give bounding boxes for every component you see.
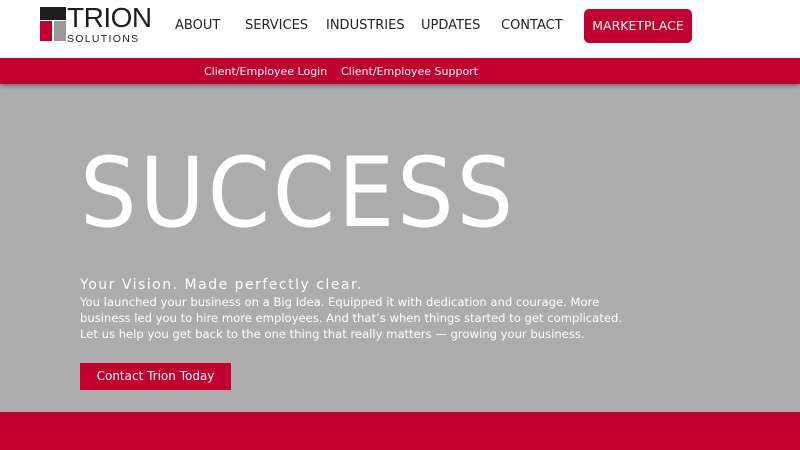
nav-industries[interactable]: INDUSTRIES bbox=[326, 18, 405, 34]
nav-updates[interactable]: UPDATES bbox=[421, 18, 480, 34]
hero-section: SUCCESS Your Vision. Made perfectly clea… bbox=[0, 84, 800, 412]
site-header: TRION SOLUTIONS ABOUT SERVICES INDUSTRIE… bbox=[0, 0, 800, 58]
nav-contact[interactable]: CONTACT bbox=[501, 18, 563, 34]
hero-subtitle: Your Vision. Made perfectly clear. bbox=[80, 277, 363, 293]
client-employee-login-link[interactable]: Client/Employee Login bbox=[204, 65, 327, 78]
logo-tagline: SOLUTIONS bbox=[67, 33, 140, 45]
contact-trion-button[interactable]: Contact Trion Today bbox=[80, 363, 231, 390]
nav-about[interactable]: ABOUT bbox=[175, 18, 220, 34]
marketplace-button[interactable]: MARKETPLACE bbox=[584, 9, 692, 43]
hero-title: SUCCESS bbox=[80, 137, 516, 249]
nav-services[interactable]: SERVICES bbox=[245, 18, 308, 34]
logo-wordmark: TRION bbox=[67, 2, 152, 33]
red-section-band bbox=[0, 412, 800, 450]
secondary-nav-bar: Client/Employee Login Client/Employee Su… bbox=[0, 58, 800, 84]
trion-logo[interactable]: TRION SOLUTIONS bbox=[40, 3, 152, 45]
hero-description: You launched your business on a Big Idea… bbox=[80, 295, 622, 341]
client-employee-support-link[interactable]: Client/Employee Support bbox=[341, 65, 478, 78]
logo-mark-icon bbox=[40, 7, 66, 41]
